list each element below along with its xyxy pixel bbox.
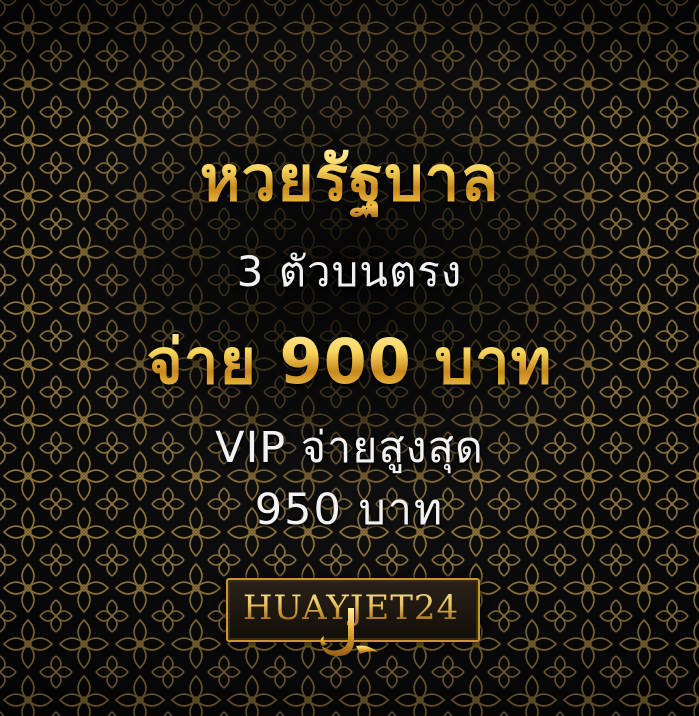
headline-lottery: หวยรัฐบาล [0,140,699,218]
vip-payout-label: VIP จ่ายสูงสุด [215,423,484,473]
bet-type-label: 3 ตัวบนตรง [236,247,463,296]
golden-hook-icon [320,608,378,656]
vip-payout-amount: 950 บาท [254,485,445,535]
payout-amount: จ่าย 900 บาท [0,322,699,402]
huayjet24-logo: HUAYJET24 [226,578,480,662]
promo-banner: หวยรัฐบาล 3 ตัวบนตรง จ่าย 900 บาท VIP จ่… [0,0,699,716]
